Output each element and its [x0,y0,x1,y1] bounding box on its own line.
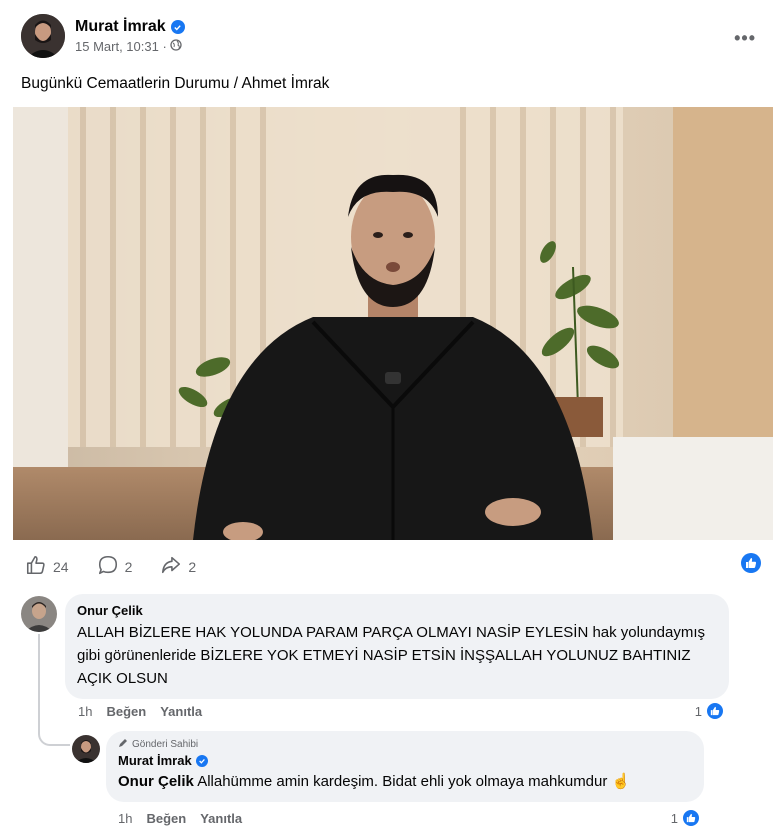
post-header: Murat İmrak 15 Mart, 10:31 · [21,14,185,58]
author-name[interactable]: Murat İmrak [75,18,166,36]
reply-footer: 1h Beğen Yanıtla [118,811,242,826]
reply-time[interactable]: 1h [118,811,132,826]
post-video[interactable] [13,107,773,540]
reply-like-button[interactable]: Beğen [146,811,186,826]
commenter-avatar[interactable] [21,596,57,632]
comment-author[interactable]: Onur Çelik [77,603,717,618]
reply-mention[interactable]: Onur Çelik [118,773,194,790]
share-action[interactable]: 2 [160,554,196,579]
comment-bubble: Onur Çelik ALLAH BİZLERE HAK YOLUNDA PAR… [65,594,729,699]
comment-like-count[interactable]: 1 [695,701,725,721]
reply-like-number: 1 [670,810,678,826]
author-avatar[interactable] [21,14,65,58]
post-caption: Bugünkü Cemaatlerin Durumu / Ahmet İmrak [21,75,330,92]
reply-author-avatar[interactable] [72,735,100,763]
reply-like-count[interactable]: 1 [671,808,701,828]
like-count: 24 [53,558,69,575]
reply-author[interactable]: Murat İmrak [118,753,192,768]
globe-icon [170,39,182,54]
reply-bubble: Gönderi Sahibi Murat İmrak Onur Çelik Al… [106,731,704,802]
comment-time[interactable]: 1h [78,704,92,719]
pen-icon [118,738,128,751]
verified-badge-icon [170,20,185,34]
verified-badge-icon [195,754,208,767]
post-timestamp[interactable]: 15 Mart, 10:31 · [75,39,167,54]
post-actions: 24 2 2 [25,554,224,579]
comment-footer: 1h Beğen Yanıtla [78,704,202,719]
comment-count: 2 [124,558,133,575]
share-icon [160,554,182,579]
comment-like-number: 1 [694,703,702,719]
thumbs-up-badge-icon [681,808,701,828]
reply-reply-button[interactable]: Yanıtla [200,811,242,826]
comment-like-button[interactable]: Beğen [106,704,146,719]
comment-action[interactable]: 2 [97,554,133,579]
comment-reply-button[interactable]: Yanıtla [160,704,202,719]
comment-text: ALLAH BİZLERE HAK YOLUNDA PARAM PARÇA OL… [77,624,706,687]
comment-icon [97,554,119,579]
share-count: 2 [188,558,197,575]
post-owner-label: Gönderi Sahibi [132,739,199,750]
reply-body: Allahümme amin kardeşim. Bidat ehli yok … [193,773,631,790]
thumbs-up-badge-icon [705,701,725,721]
like-reaction-icon[interactable] [741,553,761,573]
like-action[interactable]: 24 [25,554,69,579]
thumbs-up-icon [25,554,47,579]
more-options-icon[interactable]: ••• [734,28,756,49]
reply-text: Onur Çelik Allahümme amin kardeşim. Bida… [118,770,692,793]
post-owner-badge: Gönderi Sahibi [118,738,692,751]
